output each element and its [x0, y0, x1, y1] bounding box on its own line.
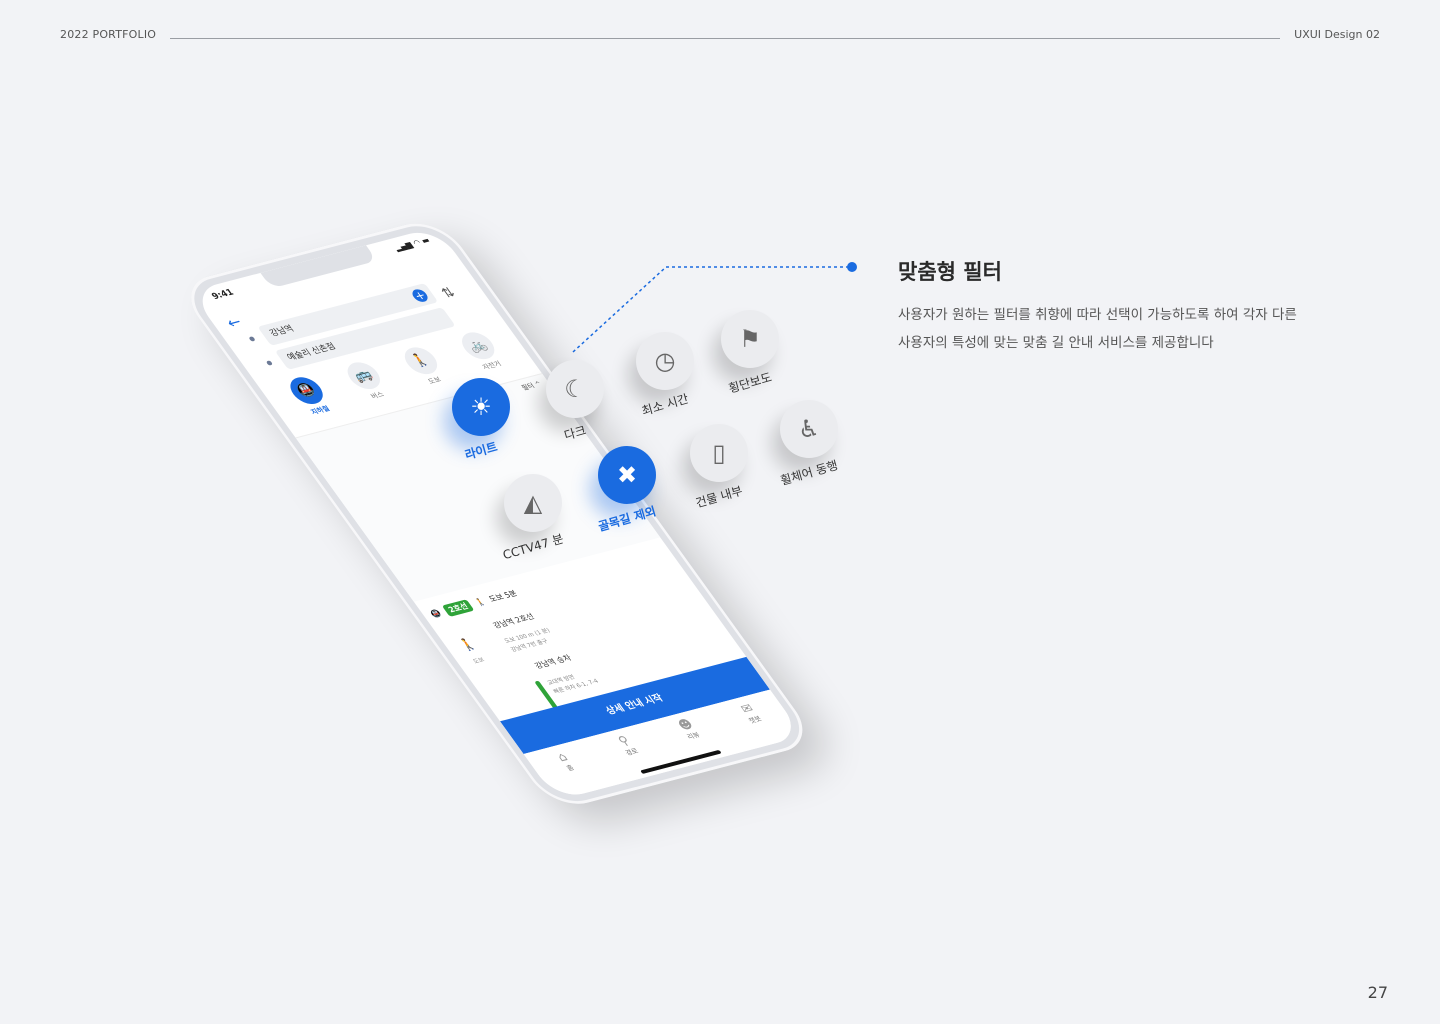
moon-icon: ☾: [546, 360, 604, 418]
mode-bus[interactable]: 🚌 버스: [333, 357, 406, 411]
page-number: 27: [1367, 983, 1388, 1002]
tab-route[interactable]: ⚲ 경로: [602, 730, 667, 780]
filter-wheelchair[interactable]: ♿ 휠체어 동행: [774, 400, 844, 488]
subway-icon: 🚇: [428, 608, 444, 619]
walk-label: 도보: [471, 656, 486, 666]
filter-label: 횡단보도: [726, 370, 774, 396]
cctv-count: 47 분: [532, 531, 566, 554]
filter-crosswalk[interactable]: ⚑ 횡단보도: [715, 310, 785, 396]
destination-value: 예술리 신촌점: [285, 342, 339, 363]
alley-exclude-icon: ✖: [598, 446, 656, 504]
mode-label: 지하철: [309, 404, 332, 417]
cctv-label: CCTV: [501, 539, 537, 563]
feature-description-line-1: 사용자가 원하는 필터를 취향에 따라 선택이 가능하도록 하여 각자 다른: [898, 307, 1297, 323]
step-title: 강남역 승차: [532, 653, 574, 671]
tab-label: 홈: [565, 764, 576, 773]
crosswalk-icon: ⚑: [721, 310, 779, 368]
tab-home[interactable]: ⌂ 홈: [540, 746, 605, 796]
swap-icon[interactable]: ⇅: [438, 285, 458, 301]
walk-icon: 🚶: [398, 344, 444, 378]
add-stop-icon[interactable]: +: [409, 287, 431, 304]
sun-icon: ☀: [452, 378, 510, 436]
back-arrow-icon[interactable]: ←: [222, 313, 246, 332]
tab-label: 리뷰: [685, 731, 702, 742]
walk-icon: 🚶: [456, 636, 481, 654]
wheelchair-icon: ♿: [780, 400, 838, 458]
tab-label: 챗봇: [747, 715, 764, 725]
tab-chatbot[interactable]: ✉ 챗봇: [725, 698, 790, 748]
origin-dot: [248, 336, 256, 342]
filter-light[interactable]: ☀ 라이트: [446, 378, 516, 462]
bus-icon: 🚌: [340, 359, 386, 393]
filter-label: CCTV47 분: [497, 529, 569, 565]
tab-label: 경로: [623, 747, 641, 758]
filter-label: 라이트: [463, 439, 499, 463]
status-time: 9:41: [210, 288, 237, 302]
step-title: 강남역 2호선: [491, 612, 537, 631]
filter-label: 휠체어 동행: [778, 458, 840, 488]
filter-cctv[interactable]: ◭ CCTV47 분: [498, 474, 568, 562]
filter-building-interior[interactable]: ▯ 건물 내부: [684, 424, 754, 510]
status-icons: ▂▄▆ ◠ ▬: [392, 235, 432, 253]
cctv-icon: ◭: [504, 474, 562, 532]
filter-alley-exclude[interactable]: ✖ 골목길 제외: [592, 446, 662, 534]
walk-icon: 🚶: [473, 597, 488, 608]
filter-label: 다크: [562, 423, 588, 443]
filter-min-time[interactable]: ◷ 최소 시간: [630, 332, 700, 418]
origin-value: 강남역: [268, 324, 297, 339]
filter-dark[interactable]: ☾ 다크: [540, 360, 610, 443]
door-icon: ▯: [690, 424, 748, 482]
feature-title: 맞춤형 필터: [898, 260, 1002, 284]
filter-label: 최소 시간: [640, 391, 691, 419]
mode-label: 버스: [369, 390, 386, 401]
filter-label: 골목길 제외: [596, 504, 658, 534]
mode-subway[interactable]: 🚇 지하철: [276, 372, 349, 426]
filter-chip-cluster: ☀ 라이트 ☾ 다크 ◷ 최소 시간 ⚑ 횡단보도 ◭ CCTV47 분 ✖ 골…: [440, 300, 870, 570]
line-badge: 2호선: [441, 599, 475, 617]
home-icon: ⌂: [554, 750, 572, 765]
destination-dot: [265, 360, 274, 366]
clock-icon: ◷: [636, 332, 694, 390]
filter-label: 건물 내부: [694, 483, 745, 511]
phone-notch: [260, 245, 378, 289]
subway-icon: 🚇: [283, 374, 329, 408]
walk-time: 도보 5분: [487, 589, 519, 604]
feature-description-line-2: 사용자의 특성에 맞는 맞춤 길 안내 서비스를 제공합니다: [898, 335, 1214, 351]
